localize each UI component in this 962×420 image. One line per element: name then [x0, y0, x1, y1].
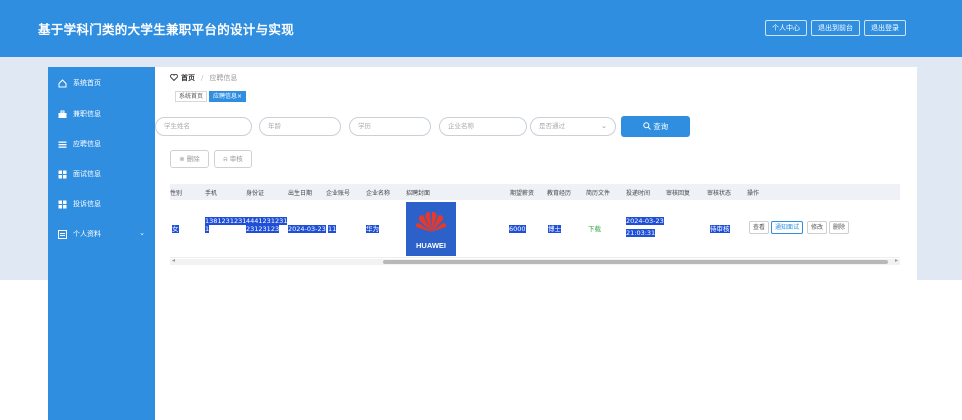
company-name-input[interactable]: 企业名称 [439, 117, 527, 136]
col-id-card: 身份证 [246, 190, 265, 197]
age-input[interactable]: 年龄 [259, 117, 341, 136]
col-birth-date: 出生日期 [288, 190, 313, 197]
resume-download-link[interactable]: 下载 [588, 225, 601, 233]
cell-phone: 1381231231 1 [205, 217, 247, 233]
sidebar-item-label: 面试信息 [73, 170, 101, 178]
delete-button[interactable]: ⊗ 删除 [170, 150, 209, 168]
main-panel: 首页 / 应聘信息 系统首页 应聘信息× 学生姓名 年龄 学历 企业名称 是否通… [155, 67, 917, 280]
profile-icon [58, 229, 67, 239]
huawei-logo: HUAWEI [415, 211, 447, 250]
logout-button[interactable]: 退出登录 [864, 20, 906, 36]
cell-salary: 6000 [509, 225, 526, 233]
sidebar: 系统首页 兼职信息 应聘信息 面试信息 投诉信息 个人资料 ⌄ [48, 67, 155, 420]
tab-applications[interactable]: 应聘信息× [209, 91, 247, 102]
sidebar-item-complaints[interactable]: 投诉信息 [48, 189, 155, 219]
col-resume: 简历文件 [586, 190, 611, 197]
top-navbar: 基于学科门类的大学生兼职平台的设计与实现 个人中心 退出到前台 退出登录 [0, 0, 962, 57]
search-icon [643, 122, 653, 131]
sidebar-item-applications[interactable]: 应聘信息 [48, 129, 155, 159]
table-row[interactable]: 女 1381231231 1 4441231231 23123123 2024-… [170, 200, 900, 258]
chevron-down-icon: ⌄ [601, 122, 607, 130]
sidebar-item-label: 系统首页 [73, 79, 101, 87]
cell-company-account: 11 [328, 225, 337, 233]
education-input[interactable]: 学历 [349, 117, 431, 136]
scroll-right-icon[interactable]: ▸ [895, 257, 898, 264]
grid-icon [58, 170, 67, 179]
review-button[interactable]: ⍾ 审核 [214, 150, 252, 168]
breadcrumb-current: 应聘信息 [209, 74, 238, 82]
grid-icon [58, 200, 67, 209]
col-ops: 操作 [747, 190, 760, 197]
personal-center-button[interactable]: 个人中心 [765, 20, 807, 36]
close-icon[interactable]: × [237, 93, 242, 100]
delete-icon: ⊗ [179, 155, 185, 163]
notify-interview-button[interactable]: 通知面试 [771, 221, 804, 234]
top-actions: 个人中心 退出到前台 退出登录 [765, 20, 906, 36]
horizontal-scrollbar[interactable]: ◂ ▸ [170, 257, 900, 265]
sidebar-item-label: 应聘信息 [73, 140, 101, 148]
scroll-left-icon[interactable]: ◂ [172, 257, 175, 264]
col-status: 审核状态 [707, 190, 732, 197]
exit-to-front-button[interactable]: 退出到前台 [811, 20, 860, 36]
cell-company-name: 华为 [366, 225, 379, 233]
breadcrumb-separator: / [201, 74, 204, 82]
sidebar-item-label: 个人资料 [73, 230, 101, 238]
query-button[interactable]: 查询 [621, 116, 690, 137]
col-phone: 手机 [205, 190, 218, 197]
cell-birth-date: 2024-03-23 [288, 225, 326, 233]
table-header: 性别 手机 身份证 出生日期 企业账号 企业名称 招聘封面 期望薪资 教育经历 … [170, 184, 900, 200]
cell-education: 博士 [548, 225, 561, 233]
cell-gender: 女 [172, 225, 179, 233]
sidebar-item-label: 投诉信息 [73, 200, 101, 208]
sidebar-item-jobs[interactable]: 兼职信息 [48, 99, 155, 129]
col-reply: 审核回复 [666, 190, 691, 197]
delete-label: 删除 [186, 155, 200, 163]
tab-home[interactable]: 系统首页 [175, 91, 208, 102]
tab-label: 应聘信息 [213, 93, 238, 100]
cell-id-card: 4441231231 23123123 [246, 217, 288, 233]
col-submit-time: 投递时间 [626, 190, 651, 197]
chevron-down-icon: ⌄ [139, 229, 145, 237]
col-gender: 性别 [170, 190, 183, 197]
list-icon [58, 140, 67, 149]
heart-icon [170, 73, 178, 83]
sidebar-item-label: 兼职信息 [73, 110, 101, 118]
tab-bar: 系统首页 应聘信息× [175, 91, 247, 102]
breadcrumb: 首页 / 应聘信息 [170, 73, 237, 83]
review-label: 审核 [229, 155, 243, 163]
col-education: 教育经历 [547, 190, 572, 197]
status-badge: 待审核 [710, 225, 730, 233]
huawei-cover-image[interactable]: HUAWEI [406, 202, 456, 256]
breadcrumb-home[interactable]: 首页 [181, 73, 195, 83]
view-button[interactable]: 查看 [749, 221, 770, 234]
sidebar-item-interviews[interactable]: 面试信息 [48, 159, 155, 189]
approved-select[interactable]: 是否通过 ⌄ [530, 117, 616, 136]
app-title: 基于学科门类的大学生兼职平台的设计与实现 [38, 22, 295, 37]
search-bar: 学生姓名 年龄 学历 企业名称 是否通过 ⌄ [155, 117, 917, 139]
briefcase-icon [58, 110, 67, 119]
student-name-input[interactable]: 学生姓名 [155, 117, 252, 136]
cell-submit-time: 2024-03-23 21:03:31 [626, 217, 664, 237]
home-icon [58, 78, 67, 88]
applications-table: 性别 手机 身份证 出生日期 企业账号 企业名称 招聘封面 期望薪资 教育经历 … [170, 184, 900, 265]
sidebar-item-profile[interactable]: 个人资料 ⌄ [48, 219, 155, 249]
approved-select-placeholder: 是否通过 [539, 122, 565, 130]
col-company-account: 企业账号 [326, 190, 351, 197]
cover-text: HUAWEI [416, 241, 446, 250]
scrollbar-thumb[interactable] [383, 260, 888, 264]
col-company-name: 企业名称 [366, 190, 391, 197]
delete-row-button[interactable]: 删除 [829, 221, 850, 234]
col-cover: 招聘封面 [406, 190, 431, 197]
edit-button[interactable]: 修改 [807, 221, 828, 234]
col-salary: 期望薪资 [510, 190, 535, 197]
query-label: 查询 [653, 122, 669, 131]
bell-icon: ⍾ [223, 155, 228, 163]
sidebar-item-home[interactable]: 系统首页 [48, 67, 155, 99]
